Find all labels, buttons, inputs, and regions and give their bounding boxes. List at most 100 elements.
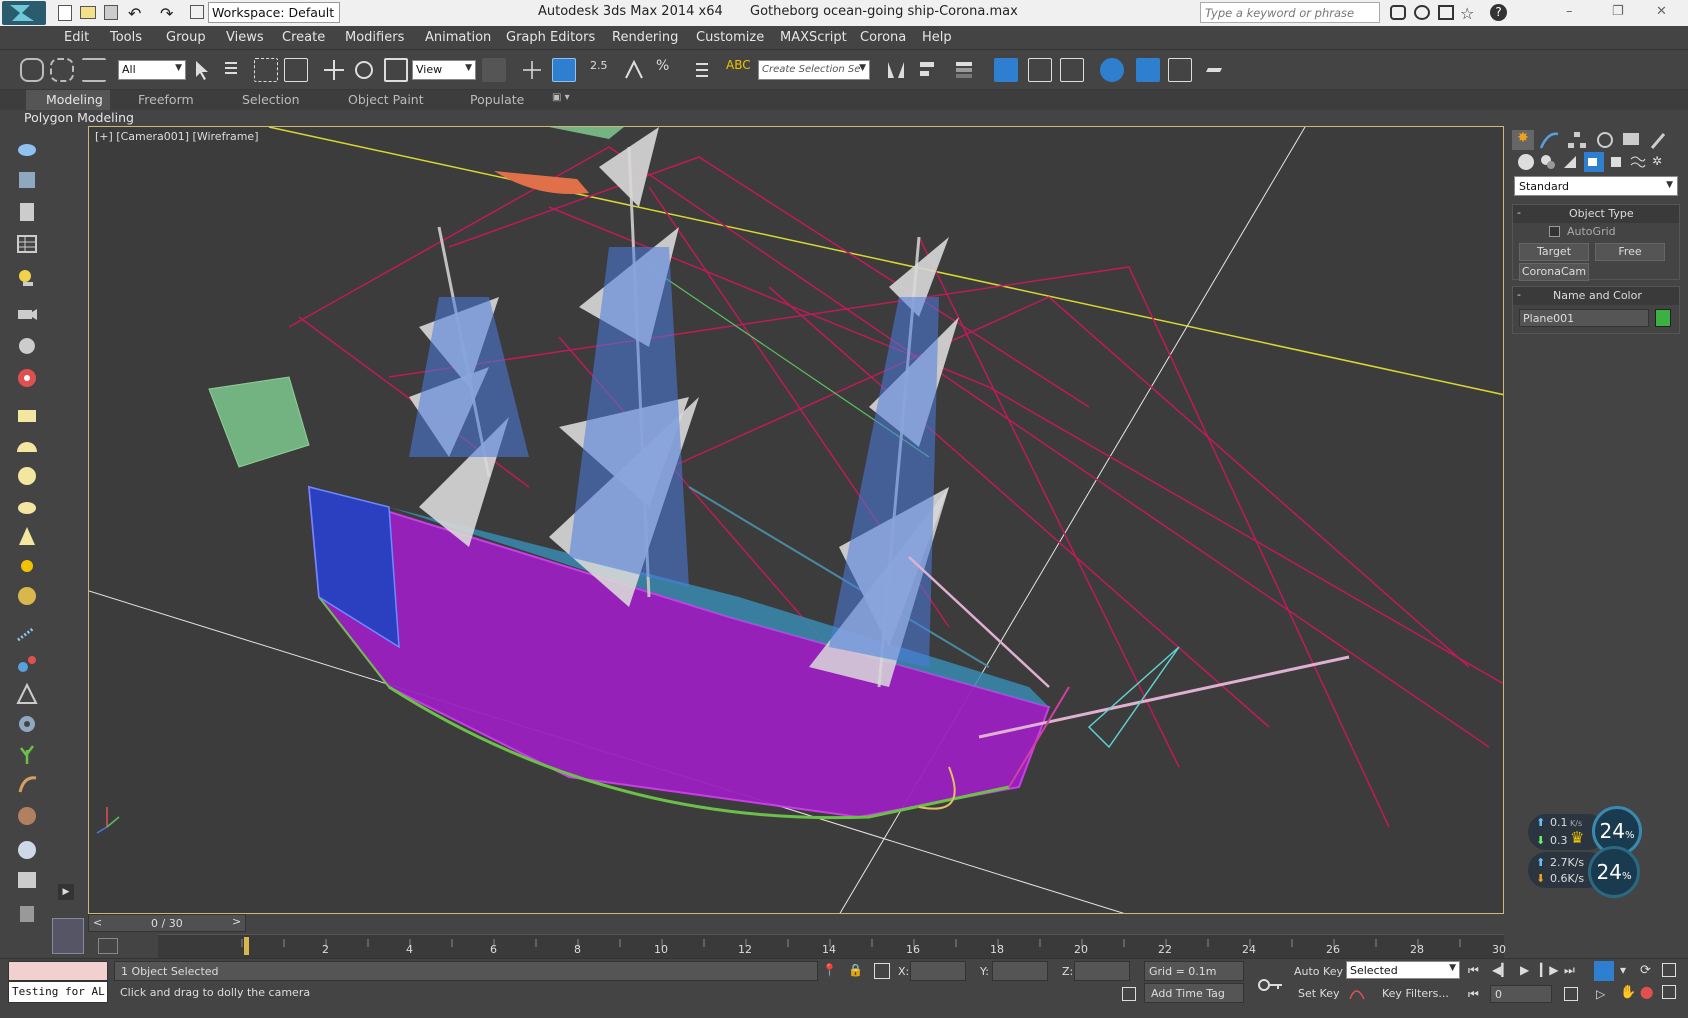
- workspace-dropdown[interactable]: Workspace: Default: [208, 2, 340, 23]
- new-file-icon[interactable]: [58, 5, 72, 21]
- minimize-icon[interactable]: –: [1566, 4, 1573, 19]
- schematic-view-icon[interactable]: [1060, 58, 1084, 82]
- expand-arrow-icon[interactable]: ▶: [58, 884, 74, 900]
- tab-populate[interactable]: Populate: [470, 92, 524, 107]
- time-config-icon[interactable]: [1564, 987, 1578, 1001]
- free-camera-button[interactable]: Free: [1595, 243, 1665, 261]
- time-slider[interactable]: < 0 / 30: [88, 914, 246, 932]
- sphere-gold-icon[interactable]: [14, 584, 40, 608]
- align-icon[interactable]: [916, 58, 940, 82]
- object-color-swatch[interactable]: [1655, 309, 1671, 327]
- scene-explorer-icon[interactable]: [994, 58, 1018, 82]
- geometry-category-icon[interactable]: [1518, 154, 1534, 170]
- maximize-viewport-icon[interactable]: [1662, 963, 1676, 977]
- help-icon[interactable]: ?: [1490, 4, 1507, 21]
- curve-icon[interactable]: [1348, 985, 1366, 1003]
- redo-icon[interactable]: ↷: [160, 4, 173, 23]
- rendered-frame-window-icon[interactable]: [1168, 58, 1192, 82]
- rectangular-selection-icon[interactable]: [254, 58, 278, 82]
- render-setup-icon[interactable]: [1136, 58, 1160, 82]
- system-icon[interactable]: [14, 902, 40, 926]
- z-coordinate-field[interactable]: [1074, 961, 1130, 981]
- keyboard-shortcut-override-icon[interactable]: [552, 58, 576, 82]
- bind-space-warp-icon[interactable]: [82, 58, 106, 82]
- key-filters-button[interactable]: Key Filters...: [1382, 987, 1449, 1000]
- name-color-header[interactable]: - Name and Color: [1513, 287, 1679, 305]
- pivot-center-icon[interactable]: [482, 58, 506, 82]
- mirror-icon[interactable]: [884, 58, 908, 82]
- reference-coord-dropdown[interactable]: View ▼: [412, 60, 476, 80]
- select-object-icon[interactable]: [190, 58, 214, 82]
- search-field[interactable]: Type a keyword or phrase: [1200, 2, 1380, 23]
- render-frame-icon[interactable]: [14, 168, 40, 192]
- absolute-mode-icon[interactable]: [874, 963, 890, 979]
- polygon-modeling-panel[interactable]: Polygon Modeling: [24, 110, 134, 125]
- maximize-toggle-icon[interactable]: [1662, 985, 1676, 999]
- batch-render-icon[interactable]: [14, 868, 40, 892]
- edit-named-selections-icon[interactable]: ABC: [726, 58, 751, 82]
- maxscript-listener[interactable]: [8, 961, 108, 981]
- menu-group[interactable]: Group: [166, 30, 206, 45]
- teapot-icon[interactable]: [14, 136, 40, 160]
- binoculars-icon[interactable]: [1390, 5, 1406, 20]
- tab-freeform[interactable]: Freeform: [138, 92, 194, 107]
- percent-snap-icon[interactable]: %: [656, 58, 680, 82]
- hair-fur-icon[interactable]: [14, 772, 40, 796]
- particle-icon[interactable]: [14, 622, 40, 646]
- unlink-icon[interactable]: [50, 58, 74, 82]
- material-sphere-icon[interactable]: [14, 804, 40, 828]
- menu-help[interactable]: Help: [922, 30, 952, 45]
- angle-snap-icon[interactable]: [622, 58, 646, 82]
- window-crossing-icon[interactable]: [284, 58, 308, 82]
- layer-manager-icon[interactable]: [952, 58, 976, 82]
- viewport-thumbnail-button[interactable]: [52, 918, 84, 954]
- teapot-primitive-icon[interactable]: [14, 494, 40, 518]
- lock-selection-icon[interactable]: 🔒: [848, 963, 863, 979]
- light-icon[interactable]: [14, 266, 40, 290]
- track-bar[interactable]: 2 4 6 8 10 12 14 16 18 20 22 24 26 28 30: [158, 934, 1506, 958]
- next-frame-icon[interactable]: >: [232, 915, 241, 928]
- subscription-icon[interactable]: [1438, 5, 1454, 20]
- object-name-field[interactable]: Plane001: [1519, 309, 1649, 327]
- add-time-tag-icon[interactable]: [1122, 987, 1136, 1001]
- menu-maxscript[interactable]: MAXScript: [780, 30, 847, 45]
- close-icon[interactable]: ✕: [1656, 4, 1667, 19]
- select-manipulate-icon[interactable]: [520, 58, 544, 82]
- menu-views[interactable]: Views: [226, 30, 264, 45]
- key-icon[interactable]: [1414, 5, 1430, 20]
- foliage-icon[interactable]: [14, 742, 40, 766]
- sun-icon[interactable]: [14, 554, 40, 578]
- menu-graph-editors[interactable]: Graph Editors: [506, 30, 595, 45]
- camera-icon[interactable]: [14, 302, 40, 326]
- zoom-region-icon[interactable]: ▾: [1620, 963, 1626, 977]
- zoom-extents-icon[interactable]: [1594, 961, 1614, 981]
- set-key-mode-icon[interactable]: [1254, 969, 1286, 1001]
- render-production-icon[interactable]: [1202, 58, 1226, 82]
- render-sphere-icon[interactable]: [14, 838, 40, 862]
- menu-edit[interactable]: Edit: [64, 30, 89, 45]
- pan-hand-icon[interactable]: ✋: [1620, 985, 1636, 1000]
- tab-object-paint[interactable]: Object Paint: [348, 92, 424, 107]
- camera-viewport[interactable]: [+] [Camera001] [Wireframe]: [88, 126, 1504, 914]
- motion-tab-icon[interactable]: [1594, 130, 1616, 150]
- dome-primitive-icon[interactable]: [14, 434, 40, 458]
- shapes-category-icon[interactable]: [1540, 154, 1556, 170]
- auto-key-button[interactable]: Auto Key: [1294, 965, 1343, 978]
- dynamics-icon[interactable]: [14, 652, 40, 676]
- isolate-selection-icon[interactable]: 📍: [822, 963, 837, 979]
- select-move-icon[interactable]: [322, 58, 346, 82]
- maxscript-input[interactable]: Testing for AL: [8, 981, 108, 1003]
- material-editor-icon[interactable]: [1100, 58, 1124, 82]
- film-reel-icon[interactable]: [14, 366, 40, 390]
- undo-icon[interactable]: ↶: [128, 4, 141, 23]
- prev-frame-icon[interactable]: <: [93, 916, 102, 929]
- select-by-name-icon[interactable]: [222, 58, 246, 82]
- autogrid-checkbox[interactable]: [1549, 226, 1560, 237]
- key-mode-toggle-icon[interactable]: ⏮: [1468, 987, 1479, 1002]
- frame-input[interactable]: 0: [1490, 985, 1552, 1003]
- curve-editor-icon[interactable]: [1028, 58, 1052, 82]
- utilities-tab-icon[interactable]: [1648, 130, 1670, 150]
- grid-table-icon[interactable]: [14, 232, 40, 256]
- category-dropdown[interactable]: Standard ▼: [1514, 176, 1678, 196]
- gear-icon[interactable]: [14, 712, 40, 736]
